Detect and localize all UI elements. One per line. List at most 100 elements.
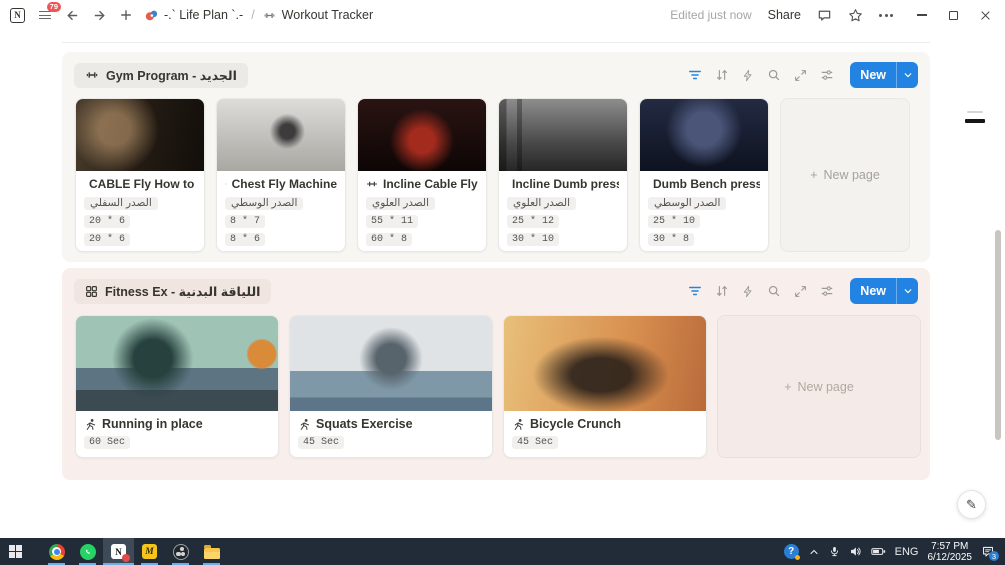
tray-language[interactable]: ENG (895, 546, 919, 558)
automation-button[interactable] (742, 69, 754, 82)
runner-icon (86, 418, 96, 430)
muscle-tag: الصدر الوسطي (648, 197, 727, 210)
yellow-app-icon: M (142, 544, 157, 559)
filter-button[interactable] (688, 68, 702, 82)
windows-logo-icon (8, 544, 23, 559)
comments-button[interactable] (817, 8, 832, 23)
tray-volume[interactable] (849, 545, 862, 558)
window-maximize-button[interactable] (949, 10, 958, 20)
plus-icon: + (784, 379, 792, 394)
exercise-card[interactable]: Incline Cable Fly الصدر العلوي 55 * 11 6… (357, 98, 487, 252)
favorite-button[interactable] (848, 8, 863, 23)
chevron-down-icon (904, 73, 911, 78)
folder-icon (203, 545, 220, 559)
section-gym-program: Gym Program - الجديد New CABLE Fly How t… (62, 52, 930, 262)
pen-tool-button[interactable]: ✎ (957, 490, 986, 519)
tray-expand-button[interactable] (808, 546, 820, 558)
taskbar-chrome[interactable] (41, 538, 72, 565)
window-close-button[interactable] (980, 10, 991, 21)
life-plan-emoji-icon (145, 10, 158, 20)
sliders-icon (822, 286, 833, 296)
new-split-button[interactable]: New (850, 62, 918, 88)
exercise-card[interactable]: Running in place 60 Sec (75, 315, 279, 458)
card-title: Squats Exercise (316, 417, 413, 431)
new-dropdown-button[interactable] (897, 70, 918, 80)
new-page-button[interactable]: + New page (717, 315, 921, 458)
card-cover-image (76, 99, 204, 171)
ellipsis-icon (879, 13, 893, 17)
taskbar-notion-active[interactable]: N (103, 538, 134, 565)
plus-icon: + (810, 168, 818, 182)
taskbar-obs[interactable] (165, 538, 196, 565)
forward-button[interactable] (92, 8, 107, 23)
card-title: CABLE Fly How to low (89, 177, 196, 191)
lightning-icon (744, 69, 752, 81)
back-button[interactable] (65, 8, 80, 23)
breadcrumb-separator: / (251, 8, 255, 22)
tray-microphone[interactable] (829, 545, 840, 558)
card-title: Dumb Bench press (653, 177, 760, 191)
exercise-card[interactable]: CABLE Fly How to low الصدر السفلي 20 * 6… (75, 98, 205, 252)
vertical-scrollbar[interactable] (995, 230, 1001, 440)
gallery-view-icon (86, 285, 97, 297)
plus-icon (121, 10, 131, 20)
exercise-card[interactable]: Chest Fly Machine الصدر الوسطي 8 * 7 8 *… (216, 98, 346, 252)
duration-value: 45 Sec (512, 436, 559, 449)
new-split-button[interactable]: New (850, 278, 918, 304)
speaker-icon (850, 547, 861, 556)
tab-fitness-ex[interactable]: Fitness Ex - اللياقة البدنية (74, 278, 272, 304)
expand-icon (795, 69, 807, 81)
exercise-card[interactable]: Squats Exercise 45 Sec (289, 315, 493, 458)
search-button[interactable] (767, 68, 781, 82)
windows-taskbar: N M ? ENG 7:57 PM 6/12/2025 3 (0, 538, 1005, 565)
breadcrumb: -.` Life Plan `.- / Workout Tracker (145, 8, 373, 22)
search-button[interactable] (767, 284, 781, 298)
chevron-down-icon (904, 289, 911, 294)
new-button-label[interactable]: New (850, 68, 896, 82)
runner-icon (300, 418, 310, 430)
taskbar-file-explorer[interactable] (196, 538, 227, 565)
share-button[interactable]: Share (768, 8, 801, 22)
new-dropdown-button[interactable] (897, 286, 918, 296)
sort-button[interactable] (715, 68, 729, 82)
new-tab-button[interactable] (119, 8, 133, 22)
start-button[interactable] (0, 538, 31, 565)
hamburger-icon (39, 11, 51, 19)
filter-button[interactable] (688, 284, 702, 298)
tray-action-center[interactable]: 3 (981, 545, 999, 561)
exercise-card[interactable]: Incline Dumb press الصدر العلوي 25 * 12 … (498, 98, 628, 252)
expand-button[interactable] (794, 69, 807, 82)
set-value: 8 * 7 (225, 215, 266, 228)
microphone-icon (830, 547, 838, 557)
window-minimize-button[interactable] (917, 14, 927, 16)
tray-clock[interactable]: 7:57 PM 6/12/2025 (928, 541, 973, 563)
taskbar-whatsapp[interactable] (72, 538, 103, 565)
view-settings-button[interactable] (820, 284, 834, 298)
set-value: 55 * 11 (366, 215, 419, 228)
sort-button[interactable] (715, 284, 729, 298)
card-cover-image (358, 99, 486, 171)
exercise-card[interactable]: Dumb Bench press الصدر الوسطي 25 * 10 30… (639, 98, 769, 252)
tray-battery[interactable] (870, 546, 886, 557)
titlebar: N 79 -.` Life Plan `.- / Workout Tracker… (0, 0, 1005, 30)
view-settings-button[interactable] (820, 68, 834, 82)
more-options-button[interactable] (879, 13, 893, 17)
breadcrumb-parent[interactable]: -.` Life Plan `.- (164, 8, 243, 22)
breadcrumb-current[interactable]: Workout Tracker (282, 8, 373, 22)
tab-gym-program[interactable]: Gym Program - الجديد (74, 62, 248, 88)
new-page-button[interactable]: + New page (780, 98, 910, 252)
taskbar-yellow-app[interactable]: M (134, 538, 165, 565)
status-dot (794, 555, 800, 560)
sidebar-toggle-button[interactable]: 79 (37, 2, 61, 23)
new-button-label[interactable]: New (850, 284, 896, 298)
obs-icon (172, 543, 189, 560)
card-cover-image (504, 316, 706, 411)
exercise-card[interactable]: Bicycle Crunch 45 Sec (503, 315, 707, 458)
dumbbell-icon (367, 181, 377, 187)
automation-button[interactable] (742, 285, 754, 298)
filter-icon (689, 70, 702, 80)
expand-button[interactable] (794, 285, 807, 298)
card-cover-image (217, 99, 345, 171)
tray-help-app[interactable]: ? (783, 544, 800, 560)
set-value: 30 * 10 (507, 233, 560, 246)
